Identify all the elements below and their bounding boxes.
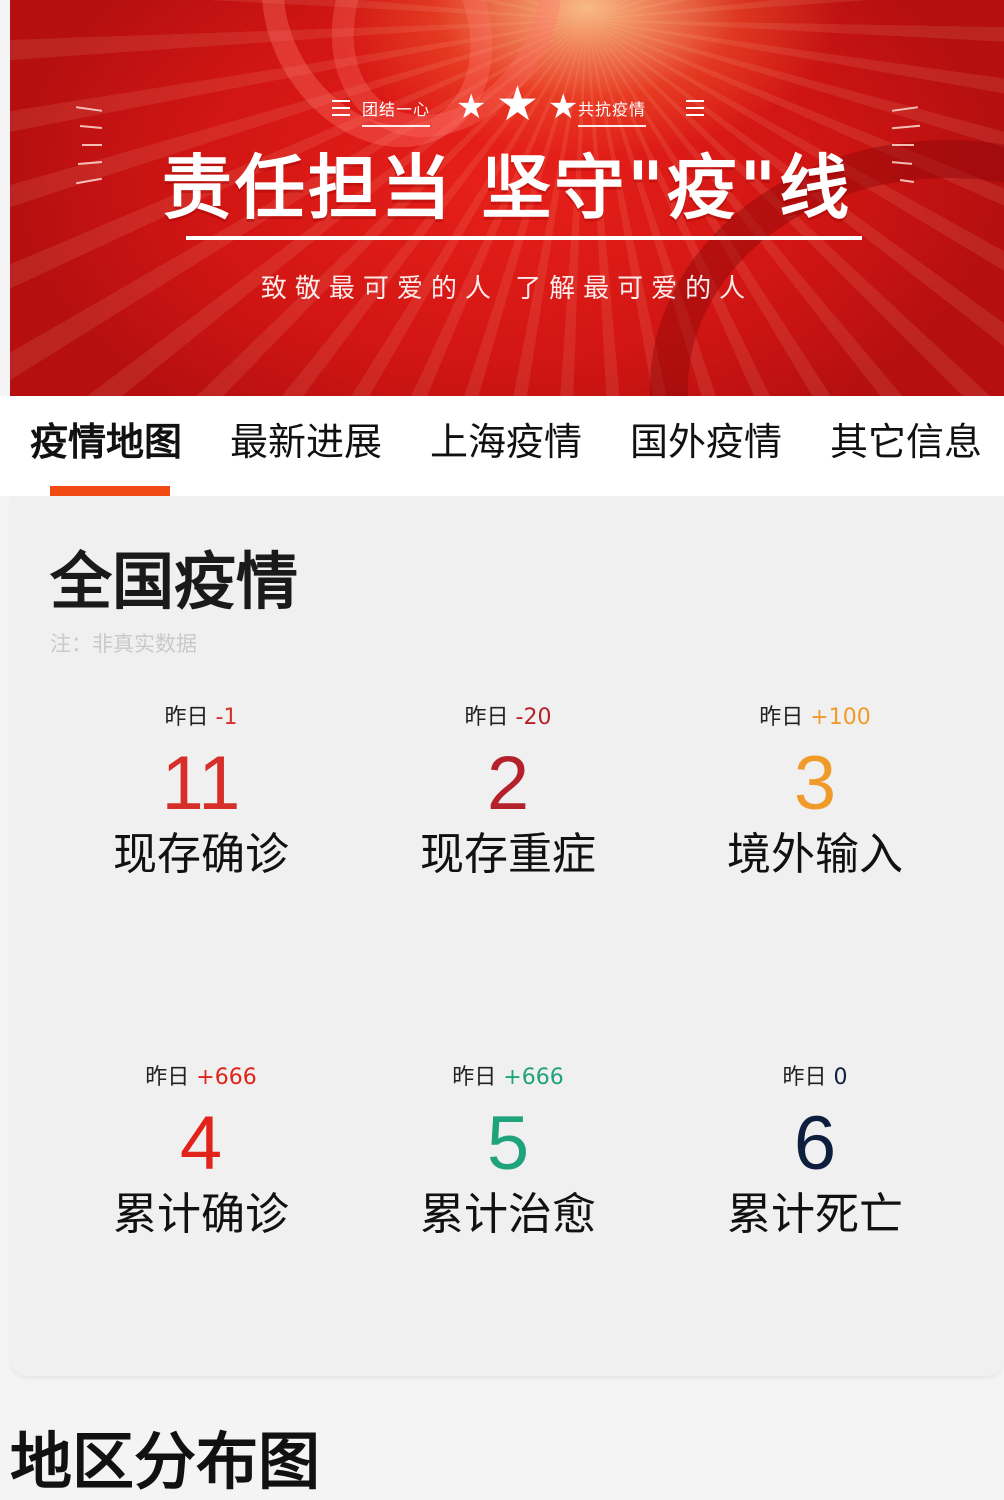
stat-label: 累计死亡 <box>727 1189 903 1240</box>
yesterday-delta: +666 <box>503 1065 564 1090</box>
menu-lines-icon <box>686 100 704 121</box>
tab-active-indicator <box>50 486 170 496</box>
yesterday-label: 昨日 <box>759 705 804 730</box>
stat-imported[interactable]: 昨日 +100 3 境外输入 <box>662 704 968 882</box>
stat-value: 4 <box>179 1101 223 1186</box>
stat-yesterday: 昨日 +100 <box>662 704 968 732</box>
banner-title-underline <box>186 236 862 240</box>
stat-yesterday: 昨日 +666 <box>48 1064 354 1092</box>
yesterday-delta: -20 <box>515 705 552 730</box>
stars-icon: ★ ★ ★ <box>454 80 584 130</box>
stat-label: 境外输入 <box>727 829 903 880</box>
stat-total-confirmed[interactable]: 昨日 +666 4 累计确诊 <box>48 1064 354 1242</box>
tab-other-info[interactable]: 其它信息 <box>830 418 982 466</box>
stat-total-deaths[interactable]: 昨日 0 6 累计死亡 <box>662 1064 968 1242</box>
banner-motto: 团结一心 ★ ★ ★ 共抗疫情 <box>320 80 710 130</box>
stat-label: 累计确诊 <box>113 1189 289 1240</box>
tab-epidemic-map[interactable]: 疫情地图 <box>30 418 182 466</box>
stat-value: 3 <box>793 741 837 826</box>
region-distribution-title: 地区分布图 <box>10 1425 321 1498</box>
national-stats-card: 全国疫情 注：非真实数据 昨日 -1 11 现存确诊 昨日 -20 2 现存重症… <box>10 496 1004 1376</box>
stat-value: 5 <box>486 1101 530 1186</box>
banner-title: 责任担当 坚守"疫"线 <box>161 147 853 229</box>
section-title: 全国疫情 <box>50 545 299 618</box>
stat-total-cured[interactable]: 昨日 +666 5 累计治愈 <box>355 1064 661 1242</box>
stat-yesterday: 昨日 0 <box>662 1064 968 1092</box>
stat-label: 现存确诊 <box>113 829 289 880</box>
star-icon: ★ <box>548 87 579 127</box>
yesterday-delta: -1 <box>215 705 238 730</box>
star-icon: ★ <box>496 76 540 132</box>
tab-shanghai[interactable]: 上海疫情 <box>430 418 582 466</box>
tab-bar: 疫情地图 最新进展 上海疫情 国外疫情 其它信息 <box>0 396 1004 496</box>
stat-value: 6 <box>793 1101 837 1186</box>
stat-yesterday: 昨日 +666 <box>355 1064 661 1092</box>
stat-current-severe[interactable]: 昨日 -20 2 现存重症 <box>355 704 661 882</box>
hero-banner: 团结一心 ★ ★ ★ 共抗疫情 责任担当 坚守"疫"线 致敬最可爱的人 了解最可… <box>10 0 1004 396</box>
stat-label: 现存重症 <box>420 829 596 880</box>
yesterday-label: 昨日 <box>782 1065 827 1090</box>
banner-subtitle: 致敬最可爱的人 了解最可爱的人 <box>260 274 754 304</box>
tab-overseas[interactable]: 国外疫情 <box>630 418 782 466</box>
yesterday-delta: 0 <box>833 1065 848 1090</box>
yesterday-label: 昨日 <box>464 705 509 730</box>
menu-lines-icon <box>332 100 350 121</box>
star-icon: ★ <box>456 87 487 127</box>
data-note: 注：非真实数据 <box>50 632 197 656</box>
yesterday-label: 昨日 <box>452 1065 497 1090</box>
stat-label: 累计治愈 <box>420 1189 596 1240</box>
stat-current-confirmed[interactable]: 昨日 -1 11 现存确诊 <box>48 704 354 882</box>
stat-value: 2 <box>486 741 530 826</box>
motto-right: 共抗疫情 <box>578 96 647 127</box>
yesterday-delta: +666 <box>196 1065 257 1090</box>
tab-latest-progress[interactable]: 最新进展 <box>230 418 382 466</box>
stat-yesterday: 昨日 -1 <box>48 704 354 732</box>
yesterday-delta: +100 <box>810 705 871 730</box>
yesterday-label: 昨日 <box>145 1065 190 1090</box>
motto-left: 团结一心 <box>362 96 431 127</box>
stat-value: 11 <box>161 741 241 826</box>
stat-yesterday: 昨日 -20 <box>355 704 661 732</box>
yesterday-label: 昨日 <box>164 705 209 730</box>
